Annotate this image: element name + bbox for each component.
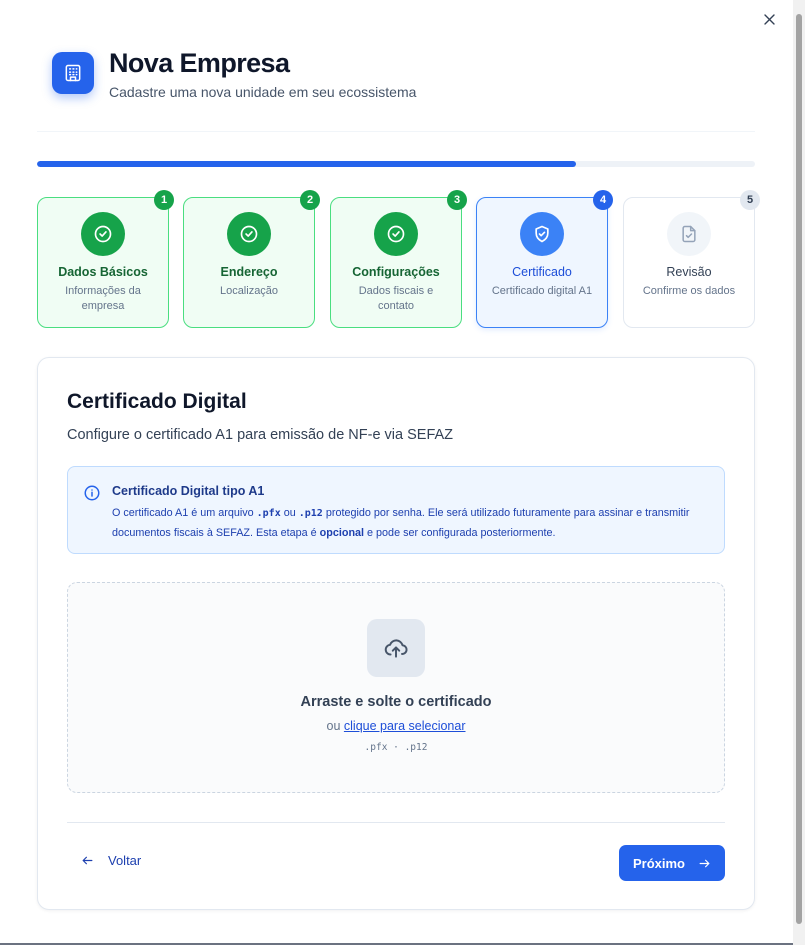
- step-number-badge: 5: [740, 190, 760, 210]
- shield-check-icon: [520, 212, 564, 256]
- next-button[interactable]: Próximo: [619, 845, 725, 881]
- step-configuracoes[interactable]: 3 Configurações Dados fiscais e contato: [330, 190, 467, 328]
- file-check-icon: [667, 212, 711, 256]
- certificate-dropzone[interactable]: Arraste e solte o certificado ou clique …: [67, 582, 725, 793]
- dropzone-hint: ou clique para selecionar: [68, 719, 724, 733]
- step-revisao[interactable]: 5 Revisão Confirme os dados: [623, 190, 760, 328]
- building-icon: [52, 52, 94, 94]
- check-circle-icon: [81, 212, 125, 256]
- info-text: O certificado A1 é um arquivo .pfx ou .p…: [112, 504, 712, 542]
- select-file-link[interactable]: clique para selecionar: [344, 719, 466, 733]
- step-number-badge: 2: [300, 190, 320, 210]
- close-button[interactable]: [760, 10, 778, 28]
- dropzone-title: Arraste e solte o certificado: [300, 694, 492, 710]
- info-icon: [83, 484, 101, 507]
- step-endereco[interactable]: 2 Endereço Localização: [183, 190, 320, 328]
- step-label: Dados Básicos: [58, 265, 148, 279]
- scrollbar[interactable]: [793, 0, 805, 945]
- step-label: Configurações: [352, 265, 440, 279]
- new-company-modal: Nova Empresa Cadastre uma nova unidade e…: [0, 0, 793, 945]
- certificate-card: Certificado Digital Configure o certific…: [37, 357, 755, 910]
- step-number-badge: 3: [447, 190, 467, 210]
- check-circle-icon: [227, 212, 271, 256]
- step-description: Confirme os dados: [642, 285, 736, 297]
- info-text-part: e pode ser configurada posteriormente.: [364, 526, 556, 539]
- cloud-upload-icon: [367, 619, 425, 677]
- info-title: Certificado Digital tipo A1: [112, 484, 265, 498]
- close-icon: [763, 13, 775, 25]
- info-text-part: O certificado A1 é um arquivo: [112, 507, 257, 519]
- arrow-right-icon: [698, 857, 711, 870]
- header-divider: [37, 131, 755, 132]
- step-label: Endereço: [220, 265, 278, 279]
- wizard-progress-bar: [37, 161, 755, 167]
- section-title: Certificado Digital: [67, 390, 247, 413]
- step-description: Informações da empresa: [65, 285, 141, 312]
- modal-header: Nova Empresa Cadastre uma nova unidade e…: [52, 48, 417, 100]
- step-description: Localização: [219, 285, 279, 297]
- scrollbar-thumb[interactable]: [796, 14, 802, 924]
- step-number-badge: 4: [593, 190, 613, 210]
- ext-pfx: .pfx: [256, 508, 281, 519]
- back-button[interactable]: Voltar: [81, 853, 141, 868]
- step-dados-basicos[interactable]: 1 Dados Básicos Informações da empresa: [37, 190, 174, 328]
- step-description: Certificado digital A1: [491, 285, 593, 297]
- dropzone-or: ou: [326, 719, 344, 733]
- section-subtitle: Configure o certificado A1 para emissão …: [67, 427, 454, 443]
- next-button-label: Próximo: [632, 855, 685, 871]
- optional-emphasis: opcional: [319, 526, 365, 539]
- footer-divider: [67, 822, 725, 823]
- info-text-part: ou: [280, 507, 299, 519]
- page-subtitle: Cadastre uma nova unidade em seu ecossis…: [109, 84, 417, 100]
- check-circle-icon: [374, 212, 418, 256]
- step-description: Dados fiscais e contato: [358, 285, 434, 312]
- page-title: Nova Empresa: [109, 48, 290, 78]
- ext-p12: .p12: [298, 508, 323, 519]
- wizard-progress-fill: [37, 161, 576, 167]
- arrow-left-icon: [82, 856, 93, 865]
- accepted-extensions: .pfx · .p12: [364, 742, 428, 753]
- step-certificado[interactable]: 4 Certificado Certificado digital A1: [476, 190, 613, 328]
- step-label: Certificado: [512, 265, 572, 279]
- step-number-badge: 1: [154, 190, 174, 210]
- step-label: Revisão: [666, 265, 712, 279]
- back-button-label: Voltar: [108, 853, 142, 868]
- info-callout: Certificado Digital tipo A1 O certificad…: [67, 466, 725, 554]
